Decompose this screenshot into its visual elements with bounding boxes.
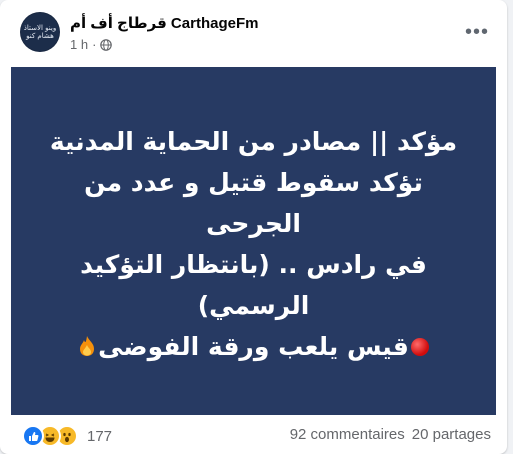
post-image[interactable]: مؤكد || مصادر من الحماية المدنية تؤكد سق…	[11, 67, 496, 415]
reactions-summary[interactable]: 177	[22, 425, 112, 447]
post-meta: 1 h ·	[70, 37, 113, 52]
reaction-count: 177	[87, 427, 113, 445]
fire-icon	[78, 328, 96, 369]
page-avatar[interactable]: وينو الاستاذ هشام كنو	[20, 12, 60, 52]
more-options-button[interactable]: •••	[463, 18, 491, 46]
post-footer: 177 92 commentaires 20 partages	[0, 415, 507, 454]
post-stats: 92 commentaires 20 partages	[290, 426, 491, 443]
post-timestamp[interactable]: 1 h	[70, 37, 88, 52]
more-horizontal-icon: •••	[464, 21, 489, 43]
globe-icon[interactable]	[100, 38, 113, 51]
page-name-link[interactable]: قرطاج أف أم CarthageFm	[70, 14, 258, 32]
image-text-line-emoji: قيس يلعب ورقة الفوضى	[34, 326, 474, 369]
shares-count-link[interactable]: 20 partages	[412, 426, 491, 443]
image-text-line: الرسمي)	[197, 291, 310, 320]
post-card: وينو الاستاذ هشام كنو قرطاج أف أم Cartha…	[0, 0, 507, 454]
image-text-line: قيس يلعب ورقة الفوضى	[98, 332, 409, 361]
avatar-caption: وينو الاستاذ هشام كنو	[23, 24, 57, 40]
post-header: وينو الاستاذ هشام كنو قرطاج أف أم Cartha…	[0, 0, 507, 62]
like-icon	[22, 425, 44, 447]
image-text-line: تؤكد سقوط قتيل و عدد من الجرحى	[84, 168, 423, 238]
post-image-text: مؤكد || مصادر من الحماية المدنية تؤكد سق…	[34, 121, 474, 369]
comments-count-link[interactable]: 92 commentaires	[290, 426, 405, 443]
meta-separator: ·	[92, 37, 97, 52]
image-text-line: مؤكد || مصادر من الحماية المدنية	[49, 127, 458, 156]
red-circle-icon	[410, 338, 429, 356]
image-text-line: في رادس .. (بانتظار التؤكيد	[80, 250, 427, 279]
